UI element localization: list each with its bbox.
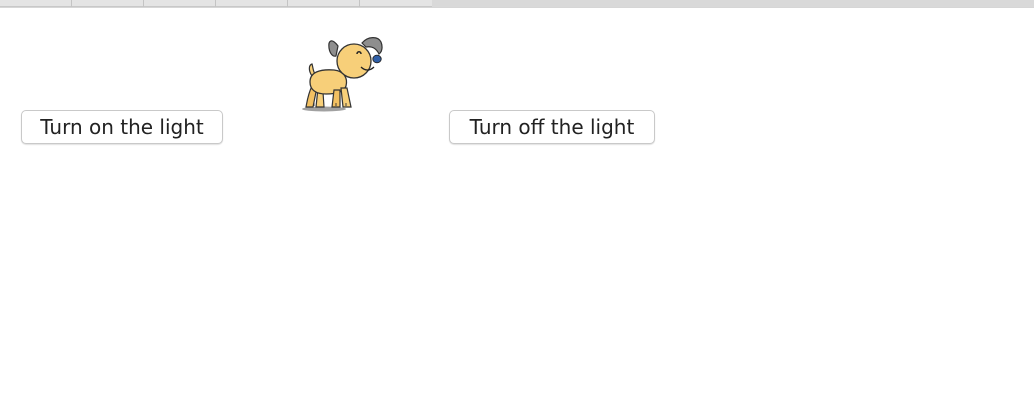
toolbar-separator <box>287 0 288 7</box>
toolbar-tabs-strip <box>0 0 432 7</box>
toolbar-right-strip <box>432 0 1034 7</box>
dog-icon <box>298 34 388 114</box>
turn-on-light-button[interactable]: Turn on the light <box>21 110 223 144</box>
toolbar-separator <box>143 0 144 7</box>
top-toolbar-strip <box>0 0 1034 8</box>
toolbar-separator <box>215 0 216 7</box>
toolbar-separator <box>71 0 72 7</box>
page: Turn on the light Turn off the light <box>0 0 1034 406</box>
turn-off-light-button[interactable]: Turn off the light <box>449 110 655 144</box>
toolbar-separator <box>359 0 360 7</box>
